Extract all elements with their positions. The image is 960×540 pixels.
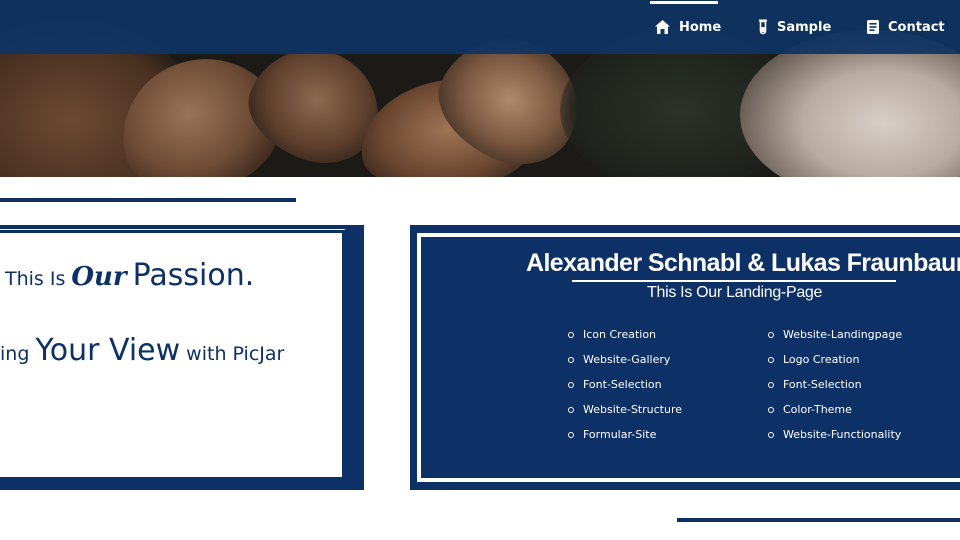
nav-item-label: Sample: [777, 19, 832, 35]
list-item: Website-Functionality: [768, 422, 902, 447]
bullet-icon: [768, 356, 774, 363]
feature-list-right: Website-Landingpage Logo Creation Font-S…: [768, 322, 902, 447]
view-post: with PicJar: [186, 343, 285, 365]
bullet-icon: [568, 356, 574, 363]
view-pre: ing: [0, 343, 30, 365]
bullet-icon: [768, 331, 774, 338]
list-item: Font-Selection: [768, 372, 902, 397]
nav-item-label: Home: [679, 19, 722, 35]
contact-card-icon: [866, 19, 880, 35]
nav-item-label: Contact: [888, 19, 945, 35]
nav-item-sample[interactable]: Sample: [757, 0, 831, 54]
passion-card-shadow: [345, 227, 361, 488]
list-item: Website-Gallery: [568, 347, 682, 372]
nav-item-home[interactable]: Home: [654, 0, 721, 54]
bullet-icon: [568, 431, 574, 438]
top-left-divider: [0, 198, 296, 202]
passion-pre: This Is: [5, 268, 66, 290]
bottom-right-divider: [677, 518, 960, 522]
feature-list-left: Icon Creation Website-Gallery Font-Selec…: [568, 322, 682, 447]
list-item: Website-Structure: [568, 397, 682, 422]
landing-card-subtitle: This Is Our Landing-Page: [647, 284, 823, 301]
list-item: Font-Selection: [568, 372, 682, 397]
home-icon: [654, 19, 671, 35]
list-item: Icon Creation: [568, 322, 682, 347]
view-big: Your View: [35, 333, 181, 368]
passion-script: Our: [71, 262, 127, 292]
navbar: Home Sample Contact: [0, 0, 960, 54]
list-item: Website-Landingpage: [768, 322, 902, 347]
nav-item-contact[interactable]: Contact: [866, 0, 945, 54]
bullet-icon: [768, 381, 774, 388]
list-item: Formular-Site: [568, 422, 682, 447]
list-item: Color-Theme: [768, 397, 902, 422]
landing-card-title-underline: [572, 280, 896, 282]
passion-post: Passion.: [132, 258, 255, 293]
bullet-icon: [568, 331, 574, 338]
bullet-icon: [768, 406, 774, 413]
list-item: Logo Creation: [768, 347, 902, 372]
passion-heading: This Is Our Passion.: [5, 258, 254, 293]
bullet-icon: [568, 381, 574, 388]
test-tube-icon: [757, 19, 769, 35]
landing-card-title: Alexander Schnabl & Lukas Fraunbaum: [526, 249, 960, 277]
bullet-icon: [568, 406, 574, 413]
bullet-icon: [768, 431, 774, 438]
view-heading: ing Your View with PicJar: [0, 333, 284, 368]
